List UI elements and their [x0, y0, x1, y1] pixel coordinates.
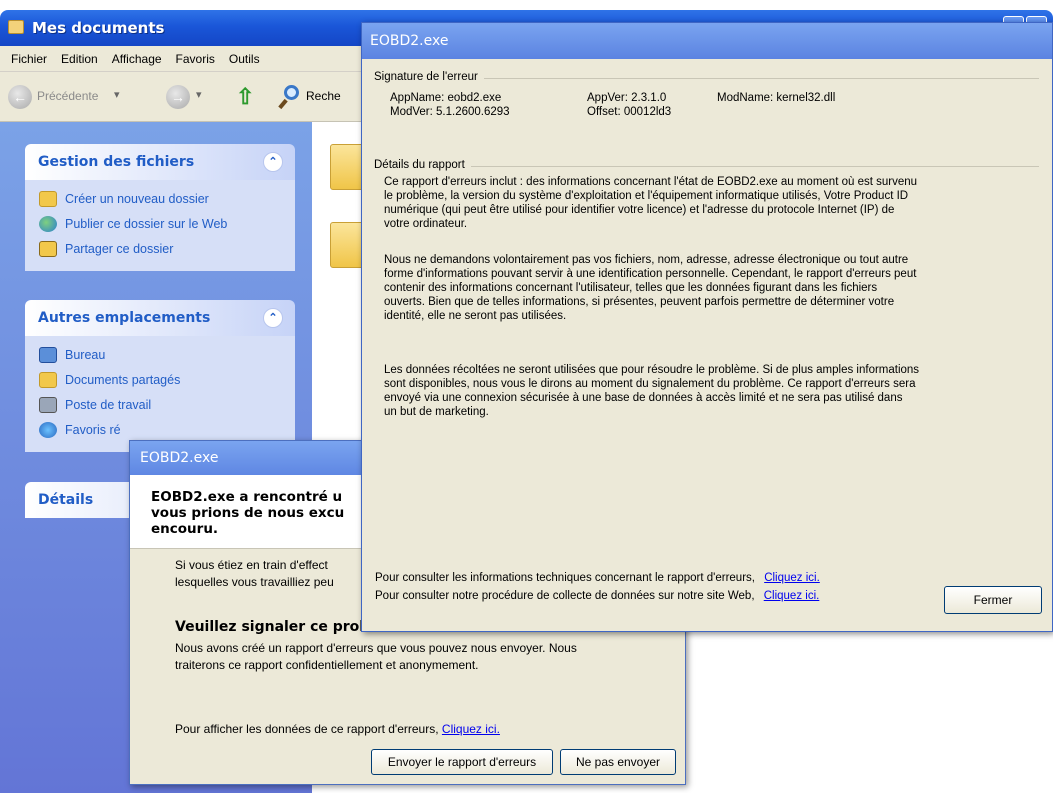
signature-modver: ModVer: 5.1.2600.6293 — [390, 106, 510, 118]
other-places-header[interactable]: Autres emplacements ⌃ — [25, 300, 295, 336]
error-dialog-title: EOBD2.exe — [140, 450, 219, 466]
forward-arrow-icon[interactable]: → — [166, 85, 190, 109]
menu-item-fichier[interactable]: Fichier — [4, 52, 54, 66]
other-places-panel: Autres emplacements ⌃ Bureau Documents p… — [25, 300, 295, 452]
error-heading-line: vous prions de nous excu — [151, 505, 345, 521]
menu-item-favoris[interactable]: Favoris — [169, 52, 222, 66]
tech-info-link[interactable]: Cliquez ici. — [764, 572, 820, 584]
policy-row: Pour consulter notre procédure de collec… — [375, 590, 819, 602]
file-tasks-title: Gestion des fichiers — [38, 154, 195, 170]
place-shared-documents[interactable]: Documents partagés — [39, 367, 283, 392]
signature-modname: ModName: kernel32.dll — [717, 92, 836, 104]
paragraph-line: votre ordinateur. — [384, 218, 468, 230]
report-description: Nous avons créé un rapport d'erreurs que… — [175, 640, 577, 674]
report-details-title: EOBD2.exe — [370, 33, 449, 49]
place-desktop[interactable]: Bureau — [39, 342, 283, 367]
task-new-folder[interactable]: Créer un nouveau dossier — [39, 186, 283, 211]
window-title: Mes documents — [32, 19, 165, 37]
paragraph-line: forme d'informations pouvant servir à un… — [384, 268, 917, 280]
paragraph-line: numérique (qui peut être utilisé pour id… — [384, 204, 895, 216]
send-report-button[interactable]: Envoyer le rapport d'erreurs — [371, 749, 553, 775]
paragraph-line: envoyé via une connexion sécurisée à une… — [384, 392, 903, 404]
folder-icon — [8, 20, 24, 34]
folder-up-icon[interactable]: ⇧ — [236, 84, 258, 110]
computer-icon — [39, 396, 57, 413]
task-publish-web[interactable]: Publier ce dossier sur le Web — [39, 211, 283, 236]
details-title: Détails — [38, 492, 94, 508]
task-label: Créer un nouveau dossier — [65, 191, 209, 206]
error-heading-line: encouru. — [151, 521, 219, 537]
menu-item-affichage[interactable]: Affichage — [105, 52, 169, 66]
view-data-link[interactable]: Cliquez ici. — [442, 722, 500, 736]
report-details-title-bar[interactable]: EOBD2.exe — [362, 23, 1052, 59]
task-label: Partager ce dossier — [65, 241, 174, 256]
new-folder-icon — [39, 190, 57, 207]
paragraph-line: le problème, la version du système d'exp… — [384, 190, 909, 202]
policy-text: Pour consulter notre procédure de collec… — [375, 590, 755, 602]
place-network[interactable]: Favoris ré — [39, 417, 283, 442]
error-body: Si vous étiez en train d'effect lesquell… — [175, 557, 334, 591]
tech-info-text: Pour consulter les informations techniqu… — [375, 572, 755, 584]
error-heading-line: EOBD2.exe a rencontré u — [151, 489, 343, 505]
paragraph-line: ouverts. Bien que de telles informations… — [384, 296, 895, 308]
menu-item-edition[interactable]: Edition — [54, 52, 105, 66]
globe-icon — [39, 215, 57, 232]
place-label: Poste de travail — [65, 397, 152, 412]
back-arrow-icon[interactable]: ← — [8, 85, 32, 109]
paragraph-line: sont disponibles, nous vous le dirons au… — [384, 378, 916, 390]
task-share-folder[interactable]: Partager ce dossier — [39, 236, 283, 261]
search-icon[interactable] — [278, 82, 304, 110]
signature-appver: AppVer: 2.3.1.0 — [587, 92, 667, 104]
policy-link[interactable]: Cliquez ici. — [764, 590, 820, 602]
paragraph-line: Les données récoltées ne seront utilisée… — [384, 364, 920, 376]
error-body-line: Si vous étiez en train d'effect — [175, 558, 328, 572]
report-details-dialog: EOBD2.exe Signature de l'erreur AppName:… — [361, 22, 1053, 632]
paragraph-line: identité, elle ne seront pas utilisées. — [384, 310, 567, 322]
report-paragraph: Ce rapport d'erreurs inclut : des inform… — [384, 175, 1050, 231]
file-tasks-panel: Gestion des fichiers ⌃ Créer un nouveau … — [25, 144, 295, 271]
other-places-title: Autres emplacements — [38, 310, 211, 326]
place-my-computer[interactable]: Poste de travail — [39, 392, 283, 417]
view-data-row: Pour afficher les données de ce rapport … — [175, 721, 500, 738]
share-folder-icon — [39, 240, 57, 257]
back-button-label[interactable]: Précédente — [37, 89, 98, 103]
signature-group-label: Signature de l'erreur — [374, 71, 484, 83]
close-button[interactable]: Fermer — [944, 586, 1042, 614]
file-tasks-header[interactable]: Gestion des fichiers ⌃ — [25, 144, 295, 180]
dont-send-button[interactable]: Ne pas envoyer — [560, 749, 676, 775]
error-heading: EOBD2.exe a rencontré u vous prions de n… — [151, 489, 361, 537]
paragraph-line: contenir des informations concernant l'u… — [384, 282, 878, 294]
search-button-label[interactable]: Reche — [306, 89, 341, 103]
report-description-line: Nous avons créé un rapport d'erreurs que… — [175, 641, 577, 655]
tech-info-row: Pour consulter les informations techniqu… — [375, 572, 820, 584]
task-label: Publier ce dossier sur le Web — [65, 216, 228, 231]
forward-dropdown-icon[interactable]: ▾ — [196, 88, 202, 101]
collapse-chevron-icon[interactable]: ⌃ — [263, 308, 283, 328]
back-dropdown-icon[interactable]: ▾ — [114, 88, 120, 101]
divider — [374, 166, 1039, 167]
place-label: Favoris ré — [65, 422, 121, 437]
desktop-icon — [39, 346, 57, 363]
report-paragraph: Les données récoltées ne seront utilisée… — [384, 363, 1050, 419]
menu-item-outils[interactable]: Outils — [222, 52, 267, 66]
details-group-label: Détails du rapport — [374, 159, 471, 171]
view-data-text: Pour afficher les données de ce rapport … — [175, 722, 439, 736]
place-label: Bureau — [65, 347, 106, 362]
signature-offset: Offset: 00012ld3 — [587, 106, 672, 118]
paragraph-line: Nous ne demandons volontairement pas vos… — [384, 254, 909, 266]
collapse-chevron-icon[interactable]: ⌃ — [263, 152, 283, 172]
paragraph-line: un but de marketing. — [384, 406, 489, 418]
network-icon — [39, 421, 57, 438]
shared-folder-icon — [39, 371, 57, 388]
report-subheading: Veuillez signaler ce prob — [175, 619, 370, 635]
report-description-line: traiterons ce rapport confidentiellement… — [175, 658, 479, 672]
paragraph-line: Ce rapport d'erreurs inclut : des inform… — [384, 176, 918, 188]
place-label: Documents partagés — [65, 372, 181, 387]
report-paragraph: Nous ne demandons volontairement pas vos… — [384, 253, 1050, 323]
error-body-line: lesquelles vous travailliez peu — [175, 575, 334, 589]
signature-appname: AppName: eobd2.exe — [390, 92, 502, 104]
